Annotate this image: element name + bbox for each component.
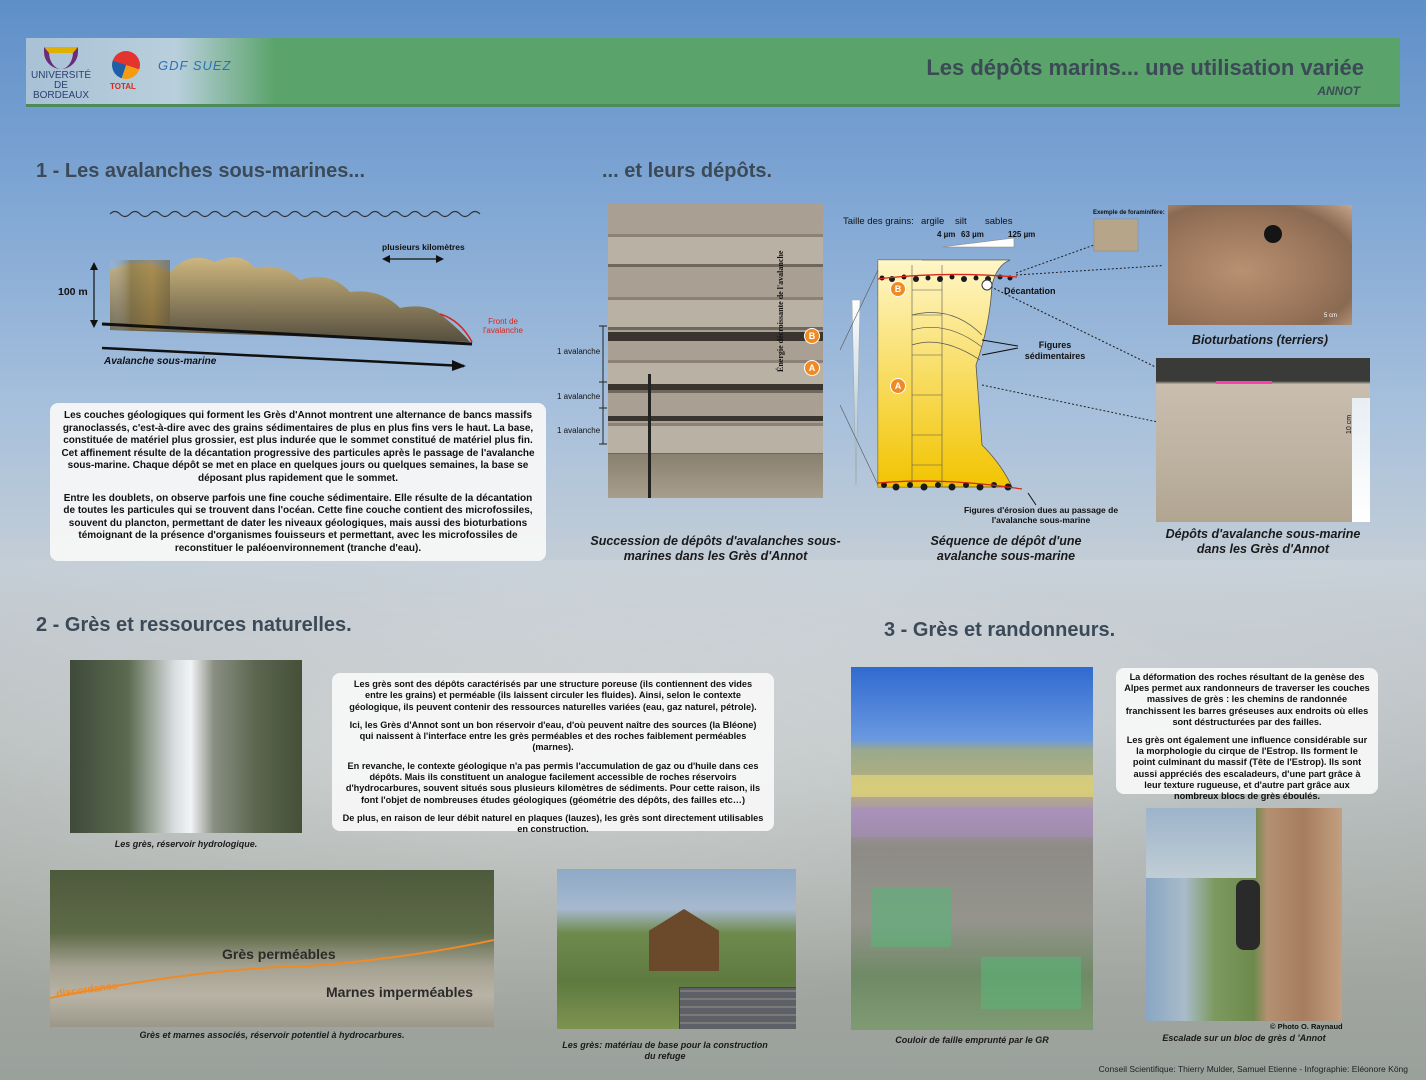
avalanche-layer-label: 1 avalanche (557, 426, 601, 435)
avalanche-front-label: Front de l'avalanche (483, 317, 523, 335)
grain-class-sables: sables (985, 216, 1013, 227)
logo-strip: UNIVERSITÉ DE BORDEAUX TOTAL GDF SUEZ (26, 38, 276, 104)
landscape-photo: Grès perméables Marnes imperméables disc… (50, 870, 494, 1027)
total-logo-text: TOTAL (110, 82, 136, 91)
deposit-caption: Dépôts d'avalanche sous-marine dans les … (1165, 527, 1361, 556)
sandstone-succession-photo: B A (608, 204, 823, 498)
section-2-paragraph: Les grès sont des dépôts caractérisés pa… (349, 679, 757, 712)
layer-badge-a: A (804, 360, 820, 376)
section-1-paragraph: Entre les doublets, on observe parfois u… (63, 492, 533, 554)
refuge-caption: Les grès: matériau de base pour la const… (562, 1040, 768, 1061)
grain-size-63um: 63 µm (961, 230, 984, 239)
university-logo-text: UNIVERSITÉ DE BORDEAUX (30, 70, 91, 101)
page-title: Les dépôts marins... une utilisation var… (926, 55, 1364, 80)
figures-sedimentaires-label: Figures sédimentaires (1024, 340, 1086, 361)
section-2-title: 2 - Grès et ressources naturelles. (36, 614, 352, 636)
avalanche-layer-label: 1 avalanche (557, 392, 601, 401)
section-1-paragraph: Les couches géologiques qui forment les … (61, 410, 535, 484)
height-label: 100 m (58, 286, 88, 298)
decantation-label: Décantation (1004, 286, 1056, 296)
credits-footer: Conseil Scientifique: Thierry Mulder, Sa… (1098, 1064, 1408, 1074)
avalanche-deposit-photo: 10 cm (1156, 358, 1370, 522)
succession-caption: Succession de dépôts d'avalanches sous-m… (590, 534, 841, 563)
header-banner: UNIVERSITÉ DE BORDEAUX TOTAL GDF SUEZ Le… (26, 38, 1400, 107)
flow-arrow-head (452, 360, 466, 371)
sequence-caption: Séquence de dépôt d'une avalanche sous-m… (930, 534, 1082, 563)
avalanche-layer-label: 1 avalanche (557, 347, 601, 356)
avalanche-diagram (90, 210, 481, 371)
escalade-caption: Escalade sur un bloc de grès d 'Annot (1162, 1033, 1326, 1043)
section-2-paragraph: De plus, en raison de leur débit naturel… (342, 812, 764, 835)
gdf-suez-logo: GDF SUEZ (158, 58, 232, 73)
energy-triangle (851, 299, 861, 486)
couloir-caption: Couloir de faille emprunté par le GR (895, 1035, 1049, 1045)
section-3-paragraph: La déformation des roches résultant de l… (1124, 672, 1370, 727)
layer-badge-b: B (804, 328, 820, 344)
landscape-caption: Grès et marnes associés, réservoir poten… (139, 1030, 405, 1040)
width-label: plusieurs kilomètres (382, 242, 465, 252)
section-2-paragraph: Ici, les Grès d'Annot sont un bon réserv… (349, 719, 757, 753)
avalanche-caption: Avalanche sous-marine (104, 356, 217, 367)
refuge-photo (557, 869, 796, 1029)
gres-permeables-label: Grès perméables (222, 946, 336, 962)
sequence-badge-b: B (890, 281, 906, 297)
grain-size-125um: 125 µm (1008, 230, 1036, 239)
section-1b-title: ... et leurs dépôts. (602, 160, 773, 182)
section-2-paragraph: En revanche, le contexte géologique n'a … (345, 760, 761, 805)
grain-class-argile: argile (921, 216, 945, 227)
marnes-impermeables-label: Marnes imperméables (326, 984, 474, 1000)
section-3-title: 3 - Grès et randonneurs. (884, 619, 1116, 641)
grain-class-silt: silt (955, 216, 967, 227)
university-bordeaux-logo: UNIVERSITÉ DE BORDEAUX (28, 47, 94, 101)
escalade-photo (1146, 808, 1342, 1021)
erosion-figures-label: Figures d'érosion dues au passage de l'a… (963, 505, 1119, 525)
bioturbation-scale: 5 cm (1324, 313, 1338, 319)
university-logo-icon (44, 47, 78, 69)
foraminifera-thumbnail (1093, 218, 1139, 252)
couloir-photo (851, 667, 1093, 1030)
section-2-text: Les grès sont des dépôts caractérisés pa… (332, 673, 774, 834)
section-1-text: Les couches géologiques qui forment les … (50, 403, 546, 561)
section-3-paragraph: Les grès ont également une influence con… (1126, 735, 1368, 802)
sea-surface-wave (109, 210, 481, 218)
bioturbation-photo: 5 cm (1168, 205, 1352, 325)
total-logo-icon (112, 51, 140, 79)
bioturbation-caption: Bioturbations (terriers) (1191, 333, 1329, 347)
bouma-sequence-diagram (839, 218, 1162, 506)
energy-label: Énergie décroissante de l'avalanche (776, 250, 785, 372)
section-1-title: 1 - Les avalanches sous-marines... (36, 160, 366, 182)
section-3-text: La déformation des roches résultant de l… (1116, 668, 1378, 801)
photo-credit: © Photo O. Raynaud (1270, 1022, 1343, 1031)
grain-size-4um: 4 µm (937, 230, 956, 239)
waterfall-caption: Les grès, réservoir hydrologique. (114, 839, 258, 849)
grain-size-title: Taille des grains: (843, 216, 914, 227)
grain-size-wedge (941, 237, 1015, 248)
foraminifera-label: Exemple de foraminifère: (1093, 210, 1165, 216)
sequence-badge-a: A (890, 378, 906, 394)
deposit-scale: 10 cm (1346, 414, 1353, 434)
waterfall-photo (70, 660, 302, 833)
page-subtitle: ANNOT (1317, 84, 1360, 98)
